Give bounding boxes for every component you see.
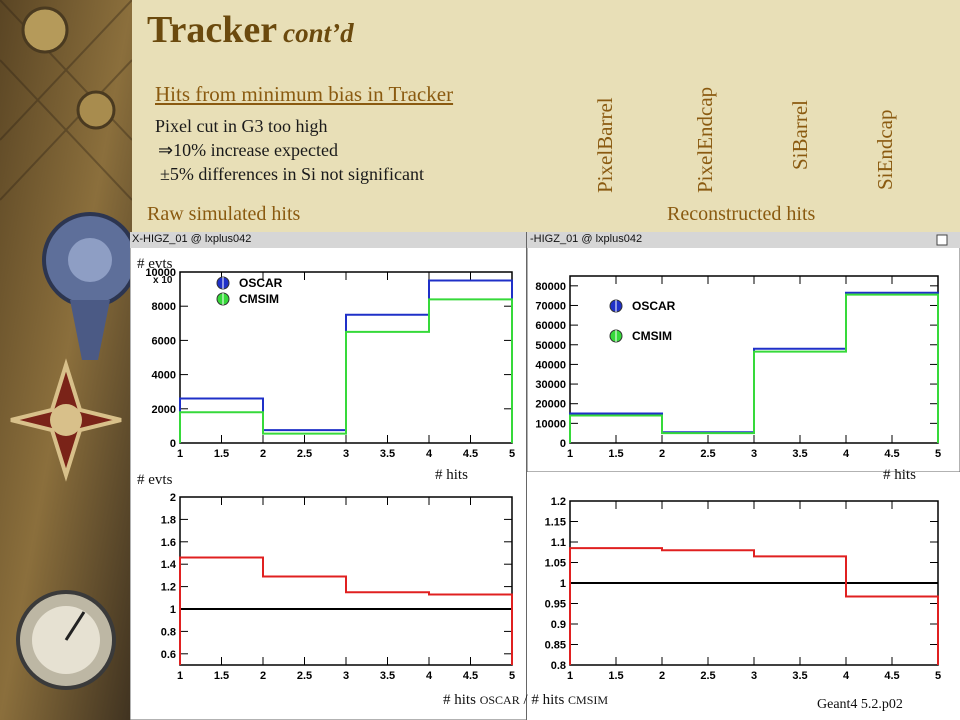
- x-tick-label: 5: [509, 670, 515, 682]
- x-tick-label: 4.5: [463, 670, 478, 682]
- y-tick-label: 80000: [535, 281, 566, 293]
- y-tick-label: 0.95: [545, 599, 566, 611]
- raw-hits-ylabel: # evts: [137, 256, 173, 272]
- y-tick-label: 0.85: [545, 640, 566, 652]
- x-tick-label: 3.5: [380, 670, 395, 682]
- x-tick-label: 2.5: [700, 448, 715, 460]
- x-tick-label: 1.5: [608, 448, 623, 460]
- x-tick-label: 5: [509, 448, 515, 460]
- legend-label: CMSIM: [239, 292, 279, 306]
- x-tick-label: 4: [426, 670, 433, 682]
- legend-label: OSCAR: [239, 276, 283, 290]
- y-tick-label: 1.15: [545, 517, 566, 529]
- x-tick-label: 4.5: [463, 448, 478, 460]
- y-tick-label: 0.6: [161, 649, 176, 661]
- y-tick-label: 50000: [535, 340, 566, 352]
- charts-layer: 1 1.5 2 2.5 3 3.5 4 4.5 5 0 2000 4000 6000 8000 10000 O…: [145, 267, 941, 682]
- x-tick-label: 4: [843, 670, 850, 682]
- x-tick-label: 1.5: [608, 670, 623, 682]
- x-tick-label: 1: [177, 448, 183, 460]
- slide: Tracker cont’d Hits from minimum bias in …: [0, 0, 960, 720]
- y-tick-label: 1: [170, 604, 176, 616]
- y-tick-label: 40000: [535, 359, 566, 371]
- y-tick-label: 1.6: [161, 537, 176, 549]
- x-tick-label: 3.5: [792, 670, 807, 682]
- x-tick-label: 1: [567, 670, 573, 682]
- y-tick-label: 70000: [535, 300, 566, 312]
- x-tick-label: 3.5: [380, 448, 395, 460]
- y-tick-label: 1.05: [545, 558, 566, 570]
- x-tick-label: 2.5: [700, 670, 715, 682]
- raw-hits-xlabel: # hits: [435, 467, 468, 483]
- x-tick-label: 2: [260, 670, 266, 682]
- x-tick-label: 3: [343, 670, 349, 682]
- legend-label: OSCAR: [632, 299, 676, 313]
- y-tick-label: 0.9: [551, 619, 566, 631]
- x-tick-label: 2: [659, 448, 665, 460]
- x-tick-label: 1: [567, 448, 573, 460]
- x-tick-label: 4.5: [884, 670, 899, 682]
- y-tick-label: 1.4: [161, 559, 177, 571]
- y-tick-label: 0: [560, 438, 566, 450]
- y-tick-label: 60000: [535, 320, 566, 332]
- y-tick-label: 4000: [152, 370, 176, 382]
- y-tick-label: 1.8: [161, 514, 176, 526]
- x-tick-label: 3: [343, 448, 349, 460]
- chart-reco-hits: 1 1.5 2 2.5 3 3.5 4 4.5 5 0 10000 20000 30000 40000 50…: [535, 275, 941, 460]
- x-tick-label: 5: [935, 670, 941, 682]
- y-tick-label: 10000: [535, 418, 566, 430]
- y-tick-label: 1.1: [551, 537, 566, 549]
- chart-raw-ratio: 1 1.5 2 2.5 3 3.5 4 4.5 5 0.6 0.8 1 1.2 1.4 1.6 1.8 2: [161, 492, 515, 682]
- y-tick-label: 1.2: [551, 496, 566, 508]
- raw-ratio-ylabel: # evts: [137, 472, 173, 488]
- ratio-xlabel: # hits OSCAR / # hits CMSIM: [443, 692, 609, 708]
- x-tick-label: 3.5: [792, 448, 807, 460]
- chart-reco-ratio: 1 1.5 2 2.5 3 3.5 4 4.5 5 0.8 0.85 0.9 0.95 1 1.05 1.1 1…: [545, 496, 941, 682]
- y-tick-label: 1.2: [161, 582, 176, 594]
- footer-version: Geant4 5.2.p02: [817, 697, 903, 712]
- x-tick-label: 2.5: [297, 448, 312, 460]
- x-tick-label: 2: [659, 670, 665, 682]
- x-tick-label: 2.5: [297, 670, 312, 682]
- y-tick-label: 0: [170, 438, 176, 450]
- x-tick-label: 1: [177, 670, 183, 682]
- legend-label: CMSIM: [632, 329, 672, 343]
- x-tick-label: 1.5: [214, 670, 229, 682]
- y-tick-label: 2000: [152, 404, 176, 416]
- x-tick-label: 4: [843, 448, 850, 460]
- y-tick-label: 1: [560, 578, 566, 590]
- y-tick-label: 2: [170, 492, 176, 504]
- chart-raw-hits: 1 1.5 2 2.5 3 3.5 4 4.5 50200040006000800010000O…: [145, 267, 515, 460]
- y-tick-label: 0.8: [551, 660, 566, 672]
- x-tick-label: 5: [935, 448, 941, 460]
- y-tick-label: 20000: [535, 399, 566, 411]
- y-tick-label: 8000: [152, 301, 176, 313]
- x-tick-label: 1.5: [214, 448, 229, 460]
- x-tick-label: 4: [426, 448, 433, 460]
- y-tick-label: 6000: [152, 335, 176, 347]
- x-tick-label: 3: [751, 670, 757, 682]
- x-tick-label: 2: [260, 448, 266, 460]
- y-tick-label: 30000: [535, 379, 566, 391]
- reco-hits-xlabel: # hits: [883, 467, 916, 483]
- raw-hits-multiplier: x 10: [153, 275, 173, 286]
- x-tick-label: 3: [751, 448, 757, 460]
- x-tick-label: 4.5: [884, 448, 899, 460]
- y-tick-label: 0.8: [161, 626, 176, 638]
